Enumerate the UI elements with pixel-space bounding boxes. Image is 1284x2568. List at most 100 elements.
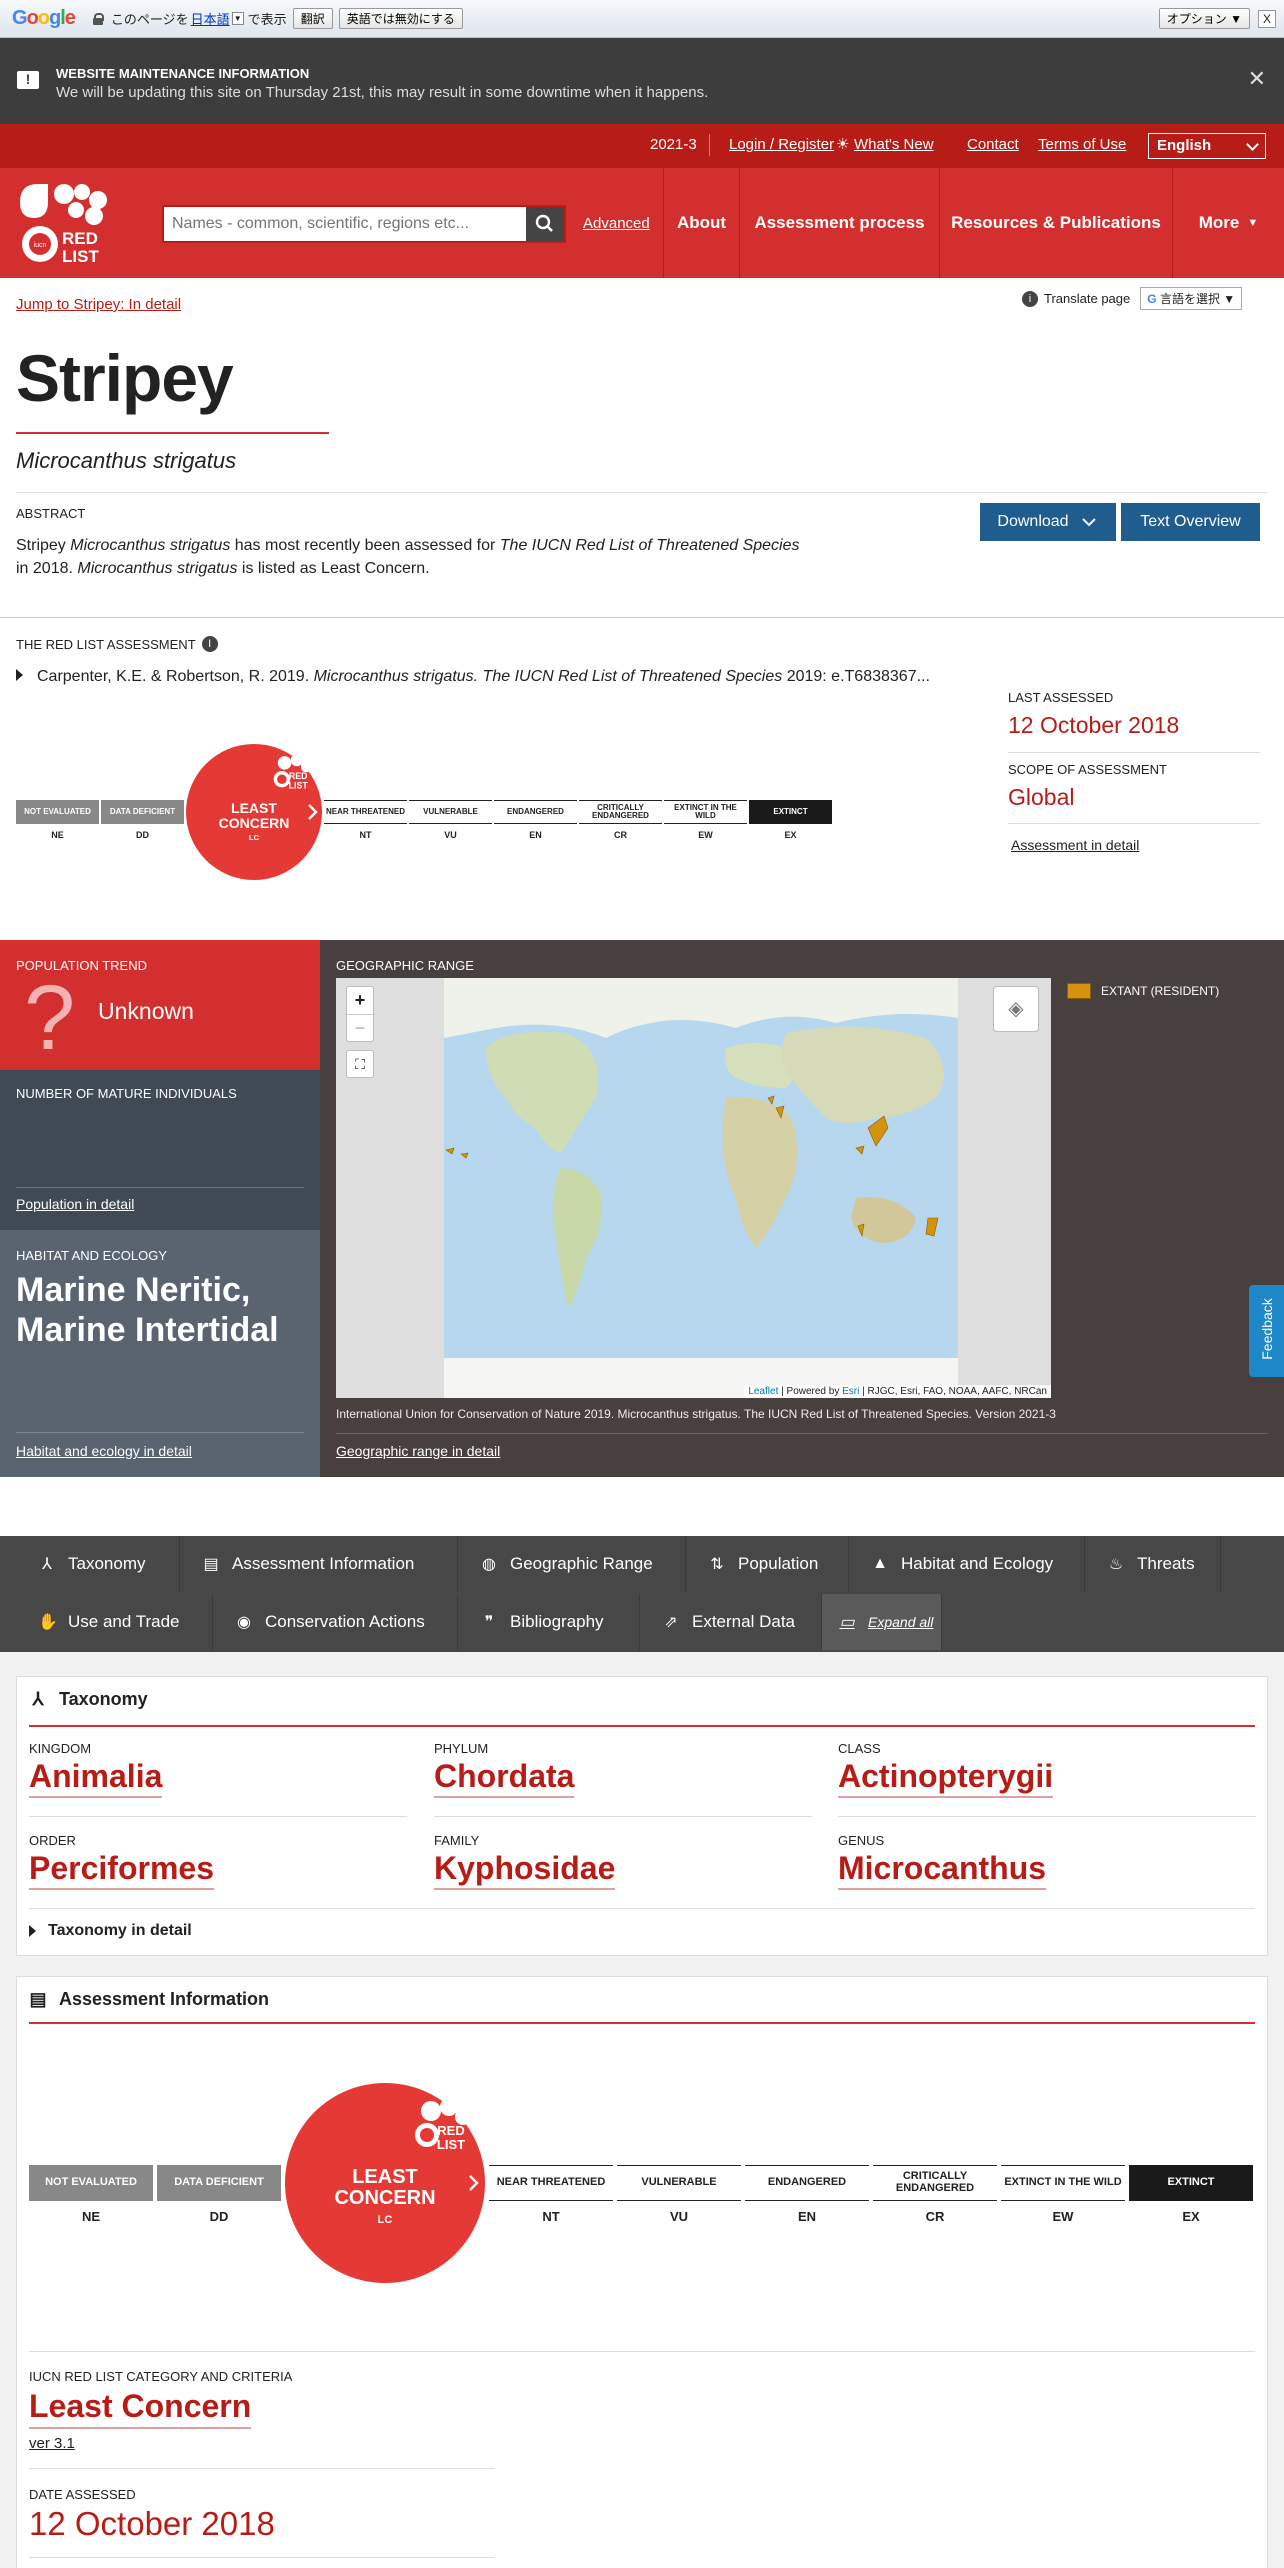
translate-language-select[interactable]: G 言語を選択 ▼ xyxy=(1140,287,1243,310)
search-button[interactable] xyxy=(526,207,564,241)
chevron-down-icon[interactable]: ▼ xyxy=(231,12,244,25)
svg-text:LIST: LIST xyxy=(289,781,309,791)
tab-geographic-range[interactable]: ◍ Geographic Range xyxy=(458,1536,686,1592)
version-link[interactable]: ver 3.1 xyxy=(29,2435,75,2452)
jump-to-detail-link[interactable]: Jump to Stripey: In detail xyxy=(16,296,181,313)
esri-link[interactable]: Esri xyxy=(842,1386,859,1397)
translate-options-button[interactable]: オプション ▼ xyxy=(1158,8,1250,29)
svg-text:iucn: iucn xyxy=(34,242,47,249)
category-cr: CRITICALLY ENDANGERED xyxy=(579,800,662,824)
expand-icon: ▭ xyxy=(839,1614,855,1631)
order-link[interactable]: Perciformes xyxy=(29,1848,214,1890)
category-ew: EXTINCT IN THE WILD xyxy=(1001,2165,1125,2201)
title-underline xyxy=(16,432,329,434)
layers-icon[interactable]: ◈ xyxy=(993,986,1039,1032)
lc-line2: CONCERN xyxy=(218,814,290,831)
page-title: Stripey xyxy=(16,341,234,415)
tab-threats[interactable]: ♨ Threats xyxy=(1085,1536,1221,1592)
category-vu: VULNERABLE xyxy=(409,800,492,824)
category-abbr: EW xyxy=(1052,2209,1074,2224)
search-input[interactable] xyxy=(164,207,524,241)
order-label: ORDER xyxy=(29,1833,76,1848)
tab-conservation-actions[interactable]: ◉ Conservation Actions xyxy=(213,1594,458,1650)
language-select[interactable]: English xyxy=(1148,133,1266,159)
divider xyxy=(434,1816,812,1817)
phylum-link[interactable]: Chordata xyxy=(434,1756,575,1798)
citation-toggle[interactable]: Carpenter, K.E. & Robertson, R. 2019. Mi… xyxy=(16,668,976,686)
tab-habitat-and-ecology[interactable]: ▲ Habitat and Ecology xyxy=(849,1536,1085,1592)
tab-label: Population xyxy=(738,1554,819,1573)
citation-part: 2019: e.T6838367... xyxy=(782,668,930,685)
tab-expand-all[interactable]: ▭ Expand all xyxy=(822,1594,942,1650)
tab-use-and-trade[interactable]: ✋ Use and Trade xyxy=(16,1594,213,1650)
maintenance-banner: WEBSITE MAINTENANCE INFORMATION We will … xyxy=(0,38,1284,124)
taxonomy-title: Taxonomy xyxy=(59,1689,148,1709)
divider xyxy=(16,492,1268,493)
text-overview-button[interactable]: Text Overview xyxy=(1121,503,1260,541)
category-link[interactable]: Least Concern xyxy=(29,2385,252,2429)
divider xyxy=(29,1908,1255,1909)
red-list-mini-logo: REDLIST xyxy=(415,2098,471,2152)
category-en: ENDANGERED xyxy=(494,800,577,824)
map-legend: EXTANT (RESIDENT) xyxy=(1067,983,1219,999)
scope-value: Global xyxy=(1008,784,1075,810)
taxonomy-detail-toggle[interactable]: Taxonomy in detail xyxy=(29,1922,192,1940)
range-map[interactable]: + − ⛶ ◈ Leaflet | Powered by Esri | RJGC… xyxy=(336,978,1051,1398)
download-button[interactable]: Download xyxy=(980,503,1116,541)
category-abbr: NE xyxy=(51,830,64,840)
info-icon[interactable]: i xyxy=(201,636,218,652)
fullscreen-icon[interactable]: ⛶ xyxy=(346,1050,374,1078)
genus-field: GENUS Microcanthus xyxy=(838,1833,1047,1890)
login-register-link[interactable]: Login / Register xyxy=(729,136,834,153)
translate-button[interactable]: 翻訳 xyxy=(292,8,333,29)
habitat-panel: HABITAT AND ECOLOGY Marine Neritic, Mari… xyxy=(0,1230,320,1477)
tab-bibliography[interactable]: ❞ Bibliography xyxy=(458,1594,640,1650)
translate-language-link[interactable]: 日本語 xyxy=(191,9,230,28)
zoom-in-button[interactable]: + xyxy=(347,987,373,1015)
family-link[interactable]: Kyphosidae xyxy=(434,1848,616,1890)
maintenance-close-button[interactable]: ✕ xyxy=(1248,66,1266,92)
taxonomy-heading: ⅄ Taxonomy xyxy=(29,1689,148,1710)
class-link[interactable]: Actinopterygii xyxy=(838,1756,1054,1798)
tab-label: Assessment Information xyxy=(232,1554,415,1573)
iucn-red-list-logo[interactable]: iucn RED LIST xyxy=(16,182,112,266)
scope-label: SCOPE OF ASSESSMENT xyxy=(1008,762,1167,777)
kingdom-field: KINGDOM Animalia xyxy=(29,1741,163,1798)
category-cr: CRITICALLY ENDANGERED xyxy=(873,2165,997,2201)
contact-link[interactable]: Contact xyxy=(967,136,1019,153)
category-nt: NEAR THREATENED xyxy=(489,2165,613,2201)
whats-new-link[interactable]: What's New xyxy=(854,136,934,153)
scientific-name: Microcanthus strigatus xyxy=(16,448,237,473)
assessment-in-detail-link[interactable]: Assessment in detail xyxy=(1011,837,1139,853)
tab-population[interactable]: ⇅ Population xyxy=(686,1536,849,1592)
tab-taxonomy[interactable]: ⅄ Taxonomy xyxy=(16,1536,180,1592)
nav-more[interactable]: More ▼ xyxy=(1172,168,1284,278)
section-divider xyxy=(0,617,1284,618)
habitat-label: HABITAT AND ECOLOGY xyxy=(16,1248,167,1263)
translate-page-label: Translate page xyxy=(1044,291,1131,306)
date-assessed-value: 12 October 2018 xyxy=(29,2505,275,2542)
family-label: FAMILY xyxy=(434,1833,480,1848)
genus-link[interactable]: Microcanthus xyxy=(838,1848,1047,1890)
nav-resources-publications[interactable]: Resources & Publications xyxy=(939,168,1172,278)
feedback-label: Feedback xyxy=(1259,1298,1275,1360)
population-detail-link[interactable]: Population in detail xyxy=(16,1196,134,1212)
tab-assessment-information[interactable]: ▤ Assessment Information xyxy=(180,1536,458,1592)
leaflet-link[interactable]: Leaflet xyxy=(748,1386,778,1397)
category-nt: NEAR THREATENED xyxy=(324,800,407,824)
nav-assessment-process[interactable]: Assessment process xyxy=(739,168,939,278)
nav-about[interactable]: About xyxy=(663,168,739,278)
tab-external-data[interactable]: ⇗ External Data xyxy=(640,1594,822,1650)
translate-close-button[interactable]: X xyxy=(1258,9,1276,28)
zoom-out-button[interactable]: − xyxy=(347,1015,373,1042)
sun-icon: ☀ xyxy=(836,136,850,153)
habitat-detail-link[interactable]: Habitat and ecology in detail xyxy=(16,1443,192,1459)
kingdom-link[interactable]: Animalia xyxy=(29,1756,163,1798)
advanced-search-link[interactable]: Advanced xyxy=(583,215,650,232)
tab-label: Use and Trade xyxy=(68,1612,180,1631)
red-list-category-scale: NOT EVALUATED NE DATA DEFICIENT DD LEAST CONC… xyxy=(16,740,848,880)
never-translate-button[interactable]: 英語では無効にする xyxy=(338,8,463,29)
terms-of-use-link[interactable]: Terms of Use xyxy=(1038,136,1126,153)
feedback-tab[interactable]: Feedback xyxy=(1249,1285,1284,1377)
geographic-range-detail-link[interactable]: Geographic range in detail xyxy=(336,1443,500,1459)
